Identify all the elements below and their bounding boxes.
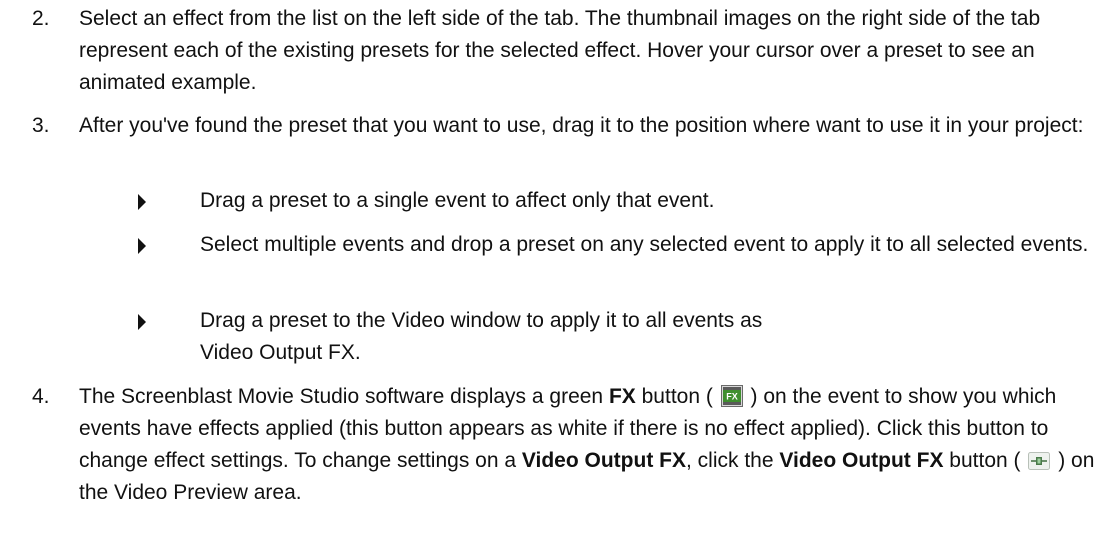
video-output-fx-icon — [1028, 448, 1051, 470]
list-item: Select multiple events and drop a preset… — [138, 229, 1098, 293]
document-page: 2. Select an effect from the list on the… — [0, 0, 1118, 557]
step-text: Select an effect from the list on the le… — [79, 7, 1041, 94]
fx-button-icon: FX — [720, 385, 743, 407]
step-number: 3. — [32, 114, 50, 137]
list-item: Drag a preset to the Video window to app… — [138, 305, 1098, 369]
step-number: 2. — [32, 7, 50, 30]
triangle-bullet-icon — [138, 238, 146, 254]
step-3: 3. After you've found the preset that yo… — [0, 110, 1110, 174]
step-4: 4. The Screenblast Movie Studio software… — [0, 381, 1110, 541]
bullet-text: Select multiple events and drop a preset… — [200, 233, 1089, 256]
svg-text:FX: FX — [726, 392, 738, 402]
step-number: 4. — [32, 385, 50, 408]
video-output-fx-term: Video Output FX — [779, 449, 944, 472]
step-text: The Screenblast Movie Studio software di… — [79, 385, 1095, 504]
bullet-text: Drag a preset to a single event to affec… — [200, 189, 715, 212]
video-output-fx-term: Video Output FX — [521, 449, 686, 472]
bullet-text: Drag a preset to the Video window to app… — [200, 309, 763, 364]
fx-term: FX — [608, 385, 636, 408]
step-text: After you've found the preset that you w… — [79, 114, 1084, 137]
list-item: Drag a preset to a single event to affec… — [138, 185, 1098, 217]
step-2: 2. Select an effect from the list on the… — [0, 3, 1110, 99]
triangle-bullet-icon — [138, 314, 146, 330]
triangle-bullet-icon — [138, 194, 146, 210]
